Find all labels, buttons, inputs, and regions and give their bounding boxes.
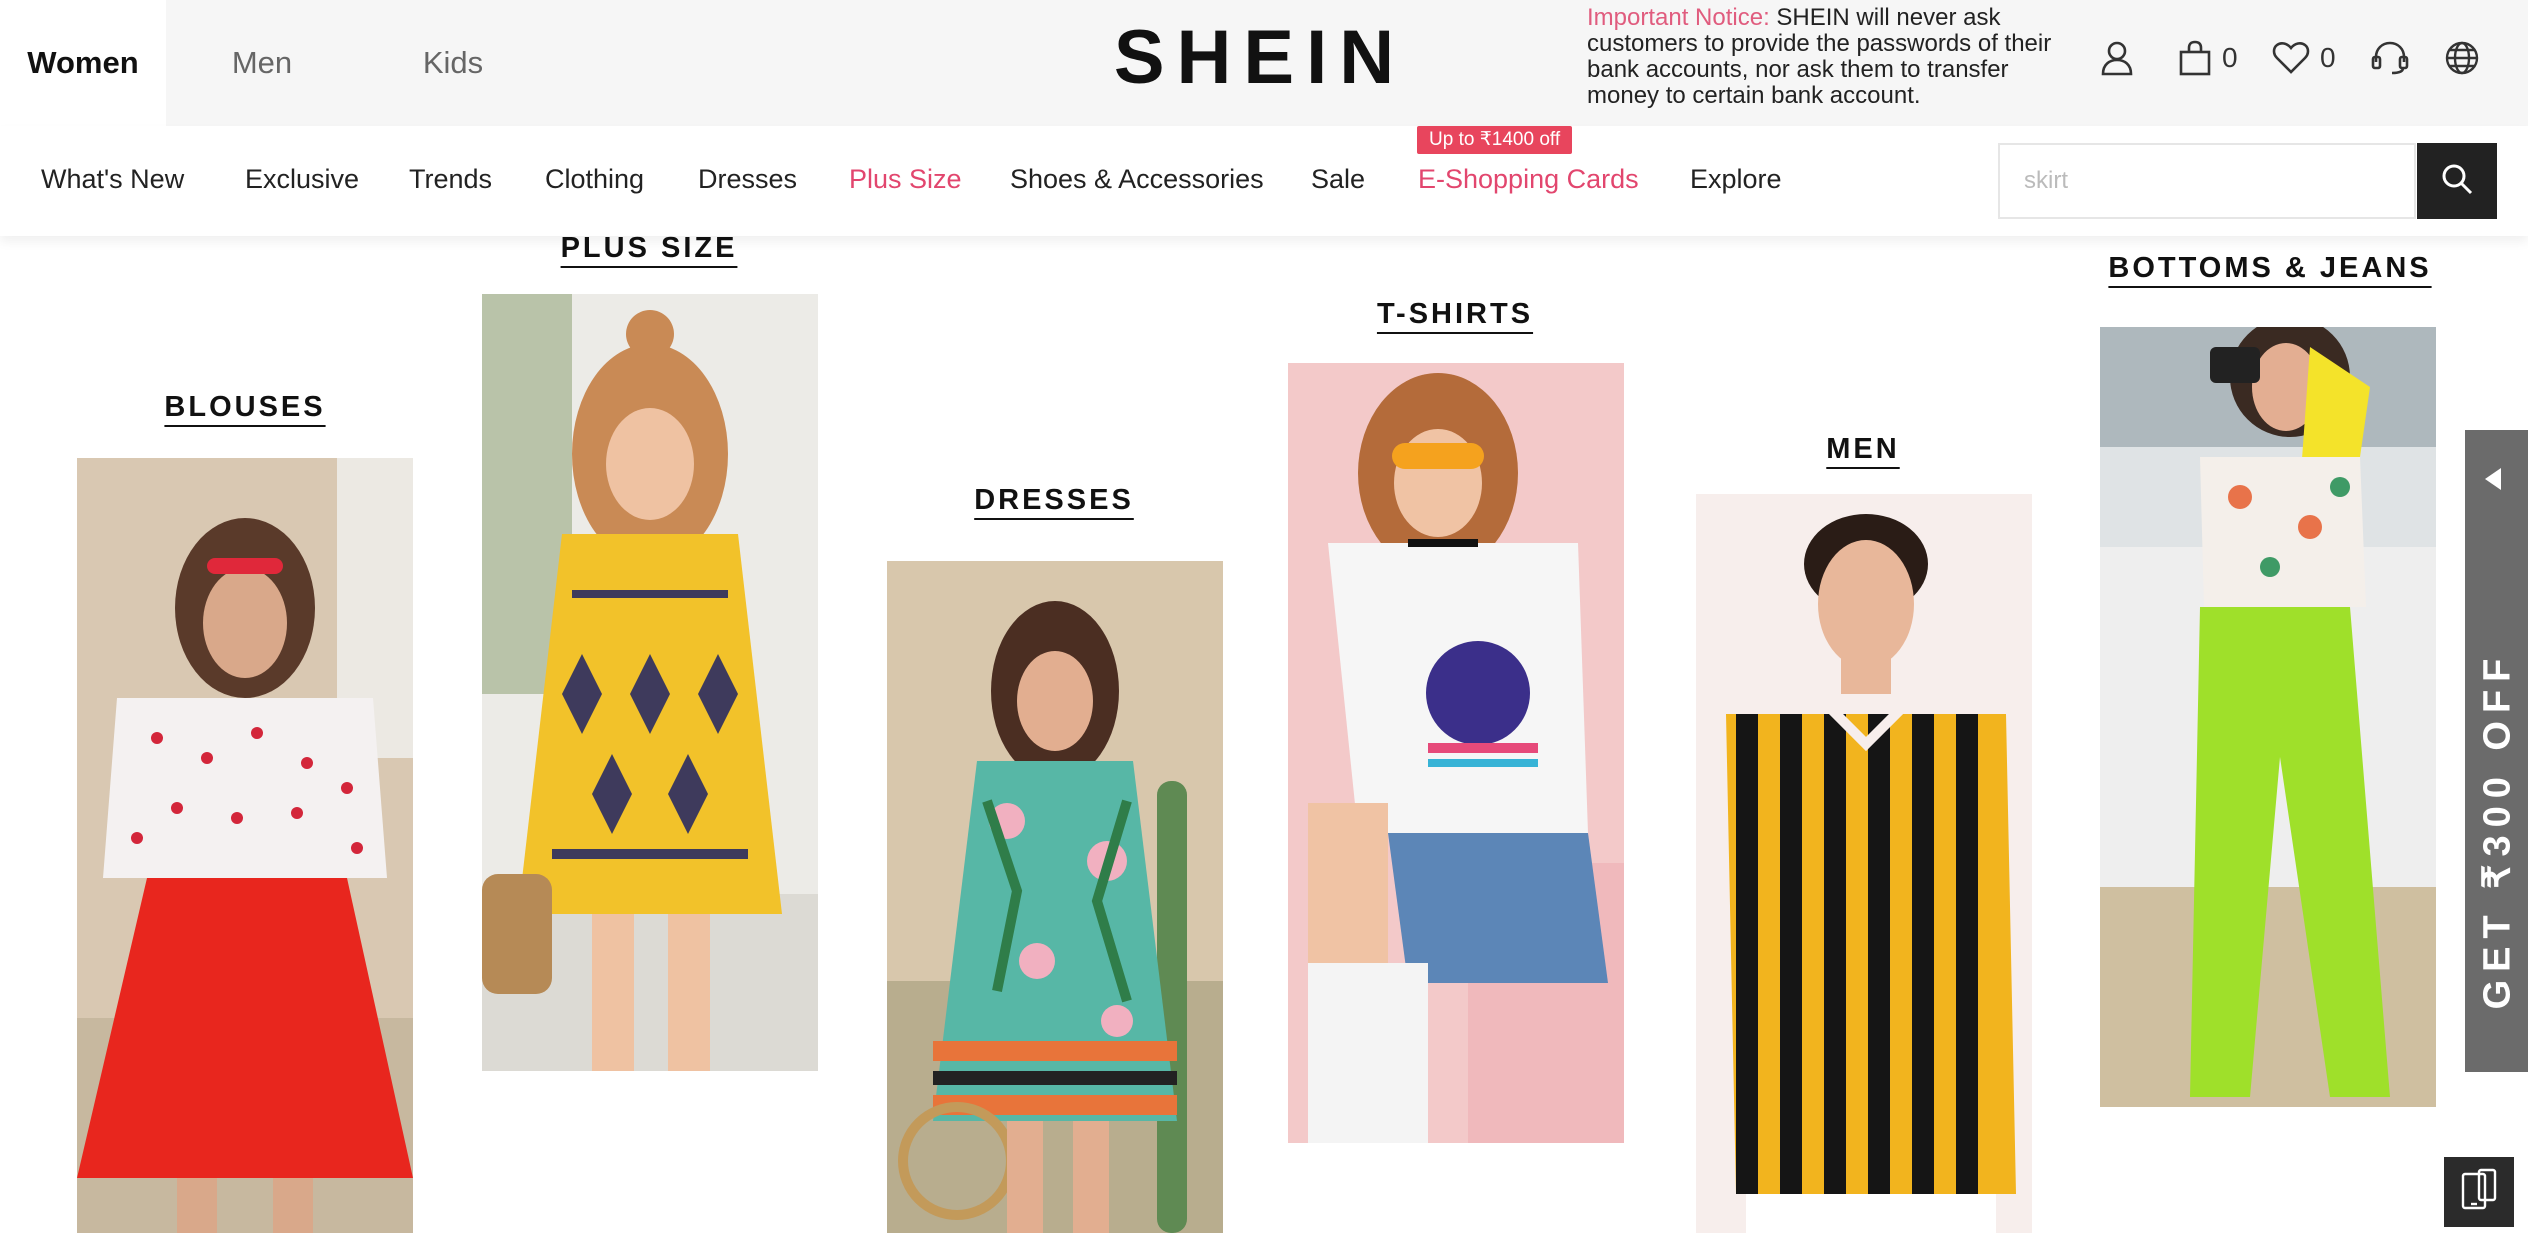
blouses-image xyxy=(77,458,413,1233)
category-title-blouses[interactable]: BLOUSES xyxy=(164,391,325,424)
nav-dresses[interactable]: Dresses xyxy=(698,164,797,195)
mobile-devices-icon xyxy=(2459,1168,2499,1217)
bag-count: 0 xyxy=(2222,42,2238,73)
side-promo-tab[interactable]: GET ₹300 OFF xyxy=(2465,430,2528,1072)
nav-shoes-accessories[interactable]: Shoes & Accessories xyxy=(1010,164,1264,195)
category-title-dresses[interactable]: DRESSES xyxy=(974,484,1134,517)
nav-trends[interactable]: Trends xyxy=(409,164,492,195)
side-promo-text: GET ₹300 OFF xyxy=(2476,650,2518,1010)
search-button[interactable] xyxy=(2417,143,2497,219)
tab-men[interactable]: Men xyxy=(200,0,324,126)
support-button[interactable] xyxy=(2370,30,2410,86)
category-card-bottoms-jeans[interactable] xyxy=(2100,327,2436,1107)
globe-icon xyxy=(2444,40,2480,76)
notice-label: Important Notice: xyxy=(1587,4,1770,31)
category-card-t-shirts[interactable] xyxy=(1288,363,1624,1143)
tab-women[interactable]: Women xyxy=(0,0,166,126)
category-title-t-shirts[interactable]: T-SHIRTS xyxy=(1377,298,1533,331)
important-notice: Important Notice: SHEIN will never ask c… xyxy=(1587,5,2057,109)
mobile-app-button[interactable] xyxy=(2444,1157,2514,1227)
top-bar: Women Men Kids SHEIN Important Notice: S… xyxy=(0,0,2528,126)
region-button[interactable] xyxy=(2444,30,2480,86)
tab-kids[interactable]: Kids xyxy=(400,0,506,126)
arrow-left-icon xyxy=(2485,468,2501,490)
nav-explore[interactable]: Explore xyxy=(1690,164,1782,195)
shopping-bag-icon xyxy=(2178,40,2212,76)
headset-icon xyxy=(2370,40,2410,76)
category-title-men[interactable]: MEN xyxy=(1826,433,1899,466)
plus-size-image xyxy=(482,294,818,1071)
page: Women Men Kids SHEIN Important Notice: S… xyxy=(0,0,2528,1233)
nav-e-shopping-cards[interactable]: E-Shopping Cards xyxy=(1418,164,1639,195)
category-card-plus-size[interactable] xyxy=(482,294,818,1071)
nav-whats-new[interactable]: What's New xyxy=(41,164,184,195)
search-input[interactable] xyxy=(1998,143,2416,219)
dresses-image xyxy=(887,561,1223,1233)
promo-badge: Up to ₹1400 off xyxy=(1417,126,1573,154)
category-card-men[interactable] xyxy=(1696,494,2032,1233)
wishlist-count: 0 xyxy=(2320,42,2336,73)
category-title-bottoms-jeans[interactable]: BOTTOMS & JEANS xyxy=(2108,252,2431,285)
nav-plus-size[interactable]: Plus Size xyxy=(849,164,962,195)
nav-clothing[interactable]: Clothing xyxy=(545,164,644,195)
category-title-plus-size[interactable]: PLUS SIZE xyxy=(561,232,738,265)
heart-icon xyxy=(2272,41,2310,75)
user-icon xyxy=(2100,40,2134,76)
t-shirts-image xyxy=(1288,363,1624,1143)
wishlist-button[interactable]: 0 xyxy=(2272,30,2336,86)
men-image xyxy=(1696,494,2032,1233)
bottoms-jeans-image xyxy=(2100,327,2436,1107)
bag-button[interactable]: 0 xyxy=(2178,30,2238,86)
search-icon xyxy=(2440,162,2474,201)
nav-exclusive[interactable]: Exclusive xyxy=(245,164,359,195)
category-card-blouses[interactable] xyxy=(77,458,413,1233)
account-button[interactable] xyxy=(2100,30,2134,86)
nav-sale[interactable]: Sale xyxy=(1311,164,1365,195)
shein-logo[interactable]: SHEIN xyxy=(1040,14,1480,101)
category-card-dresses[interactable] xyxy=(887,561,1223,1233)
